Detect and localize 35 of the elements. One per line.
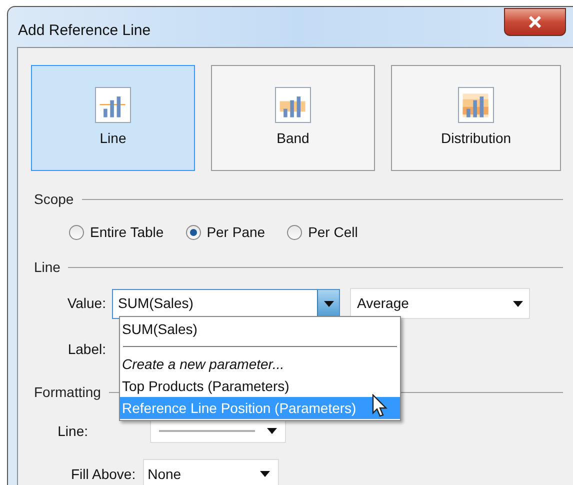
mouse-pointer-icon xyxy=(372,394,388,418)
window-title: Add Reference Line xyxy=(18,21,151,41)
dropdown-item[interactable]: SUM(Sales) xyxy=(120,318,400,340)
section-heading: Scope xyxy=(34,190,74,209)
caret-icon xyxy=(324,300,334,306)
band-chart-icon xyxy=(275,87,311,123)
radio-option[interactable]: Entire Table xyxy=(69,222,164,243)
field-label: Value: xyxy=(66,294,107,313)
line-style-combo-box[interactable] xyxy=(150,419,286,443)
radio-button[interactable] xyxy=(287,225,302,240)
value-combo-box[interactable]: SUM(Sales) xyxy=(112,288,340,318)
field-label: Line: xyxy=(56,422,89,440)
section-heading: Formatting xyxy=(34,383,101,402)
line-chart-icon xyxy=(95,87,131,123)
caret-icon xyxy=(513,300,523,306)
radio-option[interactable]: Per Pane xyxy=(186,222,266,243)
dropdown-item[interactable]: Top Products (Parameters) xyxy=(120,375,400,397)
caret-icon xyxy=(260,471,270,477)
radio-option[interactable]: Per Cell xyxy=(287,222,358,243)
caret-icon xyxy=(267,428,277,434)
reference-type-button[interactable]: Distribution xyxy=(391,65,561,171)
radio-button[interactable] xyxy=(186,225,201,240)
distribution-chart-icon xyxy=(458,87,494,123)
dropdown-item[interactable]: Create a new parameter... xyxy=(120,353,400,375)
dropdown-button[interactable] xyxy=(317,290,339,318)
section-heading: Line xyxy=(34,258,60,277)
reference-type-button[interactable]: Line xyxy=(31,65,195,171)
field-label: Label: xyxy=(66,340,107,359)
field-label: Fill Above: xyxy=(70,464,136,484)
aggregation-combo-box[interactable]: Average xyxy=(350,288,530,319)
radio-button[interactable] xyxy=(69,225,84,240)
close-button[interactable] xyxy=(504,8,566,36)
reference-type-button[interactable]: Band xyxy=(211,65,375,171)
close-icon xyxy=(528,16,542,28)
fill-above-combo-box[interactable]: None xyxy=(142,459,279,485)
